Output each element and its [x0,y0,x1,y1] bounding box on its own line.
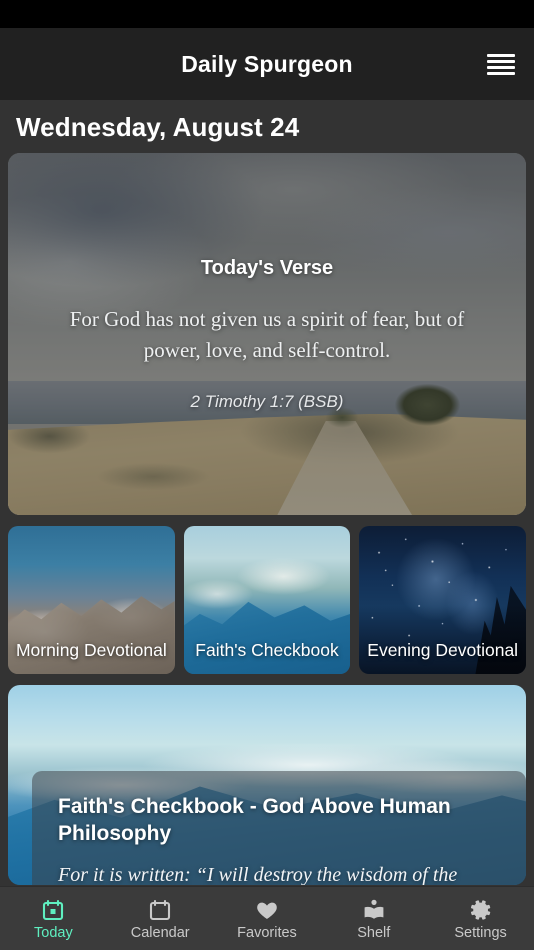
devotional-tiles: Morning Devotional Faith's Checkbook Eve… [8,526,527,674]
app-screen: Daily Spurgeon Wednesday, August 24 Toda… [0,0,534,950]
calendar-today-icon [43,900,64,921]
verse-label: Today's Verse [200,257,334,279]
featured-article-excerpt: For it is written: “I will destroy the w… [58,863,458,885]
nav-item-shelf[interactable]: Shelf [320,896,427,941]
bottom-navigation: Today Calendar Favorites Shelf Settings [0,886,534,950]
nav-item-calendar[interactable]: Calendar [107,896,214,941]
status-bar [0,0,534,28]
verse-reference: 2 Timothy 1:7 (BSB) [190,392,344,412]
tile-morning-devotional[interactable]: Morning Devotional [8,526,175,674]
tile-label: Faith's Checkbook [195,639,339,660]
tile-evening-devotional[interactable]: Evening Devotional [359,526,527,674]
todays-verse-card[interactable]: Today's Verse For God has not given us a… [8,153,526,515]
nav-item-today[interactable]: Today [0,896,107,941]
tile-label: Evening Devotional [367,639,519,660]
gear-icon [470,900,490,920]
featured-article-overlay: Faith's Checkbook - God Above Human Phil… [32,771,526,885]
app-header: Daily Spurgeon [0,28,534,100]
nav-item-favorites[interactable]: Favorites [214,896,321,941]
heart-icon [257,902,277,920]
tile-label: Morning Devotional [15,639,167,660]
nav-label: Today [34,925,73,942]
calendar-icon [150,900,171,921]
app-title: Daily Spurgeon [181,50,353,77]
tile-faiths-checkbook[interactable]: Faith's Checkbook [183,526,351,674]
nav-label: Favorites [237,925,297,942]
hero-text-block: Today's Verse For God has not given us a… [8,153,526,515]
book-reader-icon [364,900,384,919]
featured-article-title: Faith's Checkbook - God Above Human Phil… [58,795,451,846]
nav-label: Calendar [130,925,190,942]
main-content: Wednesday, August 24 Today's Verse For G… [0,100,534,886]
nav-label: Settings [454,925,507,942]
nav-item-settings[interactable]: Settings [427,896,534,941]
featured-article-card[interactable]: Faith's Checkbook - God Above Human Phil… [8,685,526,885]
date-heading: Wednesday, August 24 [16,112,300,142]
hamburger-menu-icon[interactable] [484,49,518,79]
verse-text: For God has not given us a spirit of fea… [69,307,465,363]
nav-label: Shelf [357,925,391,942]
